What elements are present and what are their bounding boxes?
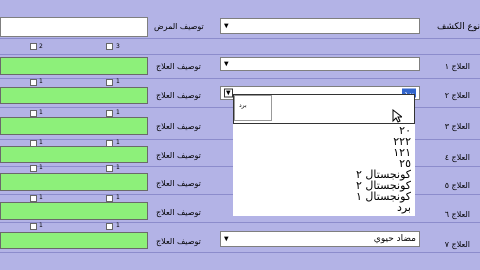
checkbox-t6-a[interactable] bbox=[30, 223, 37, 230]
treatment7-select[interactable]: ▼ مضاد حيوي bbox=[220, 231, 420, 247]
treatment5-desc-field[interactable] bbox=[0, 173, 148, 191]
checkbox-t4-a-label: 1 bbox=[39, 164, 43, 171]
checkbox-t2-b[interactable] bbox=[106, 110, 113, 117]
chevron-down-icon[interactable]: ▼ bbox=[224, 236, 229, 243]
patient-desc-label: توصيف المرض bbox=[154, 22, 204, 31]
treatment6-label: العلاج ٦ bbox=[444, 210, 470, 219]
checkbox-3[interactable] bbox=[106, 43, 113, 50]
treatment3-label: العلاج ٣ bbox=[444, 122, 470, 131]
checkbox-t4-b[interactable] bbox=[106, 165, 113, 172]
treatment2-desc-label: توصيف العلاج bbox=[156, 91, 201, 100]
treatment1-label: العلاج ١ bbox=[444, 62, 470, 71]
dropdown-suggestion-box[interactable]: برد bbox=[234, 95, 272, 121]
treatment1-desc-label: توصيف العلاج bbox=[156, 62, 201, 71]
treatment1-select[interactable]: ▼ bbox=[220, 57, 420, 71]
patient-desc-field[interactable] bbox=[0, 17, 148, 37]
checkbox-t4-a[interactable] bbox=[30, 165, 37, 172]
checkbox-t2-a[interactable] bbox=[30, 110, 37, 117]
treatment2-desc-field[interactable] bbox=[0, 87, 148, 104]
treatment6-desc-label: توصيف العلاج bbox=[156, 208, 201, 217]
treatment7-value: مضاد حيوي bbox=[373, 234, 416, 244]
dropdown-list: ٢٠ ٢٢٢ ١٢١ ٢٥ كونجستال ٢ كونجستال ٢ كونج… bbox=[233, 124, 415, 216]
checkbox-2[interactable] bbox=[30, 43, 37, 50]
checkbox-t3-a-label: 1 bbox=[39, 139, 43, 146]
checkbox-t1-a-label: 1 bbox=[39, 78, 43, 85]
checkbox-t1-a[interactable] bbox=[30, 79, 37, 86]
treatment4-desc-label: توصيف العلاج bbox=[156, 151, 201, 160]
checkbox-t5-b[interactable] bbox=[106, 195, 113, 202]
checkbox-t1-b[interactable] bbox=[106, 79, 113, 86]
treatment4-desc-field[interactable] bbox=[0, 146, 148, 163]
treatment5-desc-label: توصيف العلاج bbox=[156, 179, 201, 188]
checkbox-t6-b-label: 1 bbox=[116, 222, 120, 229]
checkbox-t6-a-label: 1 bbox=[39, 222, 43, 229]
checkbox-3-label: 3 bbox=[116, 43, 120, 50]
exam-type-label: نوع الكشف bbox=[437, 22, 480, 32]
dropdown-option[interactable]: برد bbox=[397, 201, 411, 214]
checkbox-2-label: 2 bbox=[39, 43, 43, 50]
treatment7-desc-field[interactable] bbox=[0, 232, 148, 249]
treatment4-label: العلاج ٤ bbox=[444, 153, 470, 162]
treatment2-label: العلاج ٢ bbox=[444, 91, 470, 100]
treatment5-label: العلاج ٥ bbox=[444, 181, 470, 190]
dropdown-popup: برد bbox=[233, 94, 415, 124]
chevron-down-icon[interactable]: ▼ bbox=[224, 88, 233, 98]
checkbox-t2-a-label: 1 bbox=[39, 109, 43, 116]
checkbox-t3-b-label: 1 bbox=[116, 139, 120, 146]
treatment7-desc-label: توصيف العلاج bbox=[156, 237, 201, 246]
mouse-cursor-icon bbox=[392, 109, 402, 123]
checkbox-t5-b-label: 1 bbox=[116, 194, 120, 201]
checkbox-t5-a[interactable] bbox=[30, 195, 37, 202]
treatment3-desc-field[interactable] bbox=[0, 117, 148, 135]
chevron-down-icon[interactable]: ▼ bbox=[224, 61, 229, 68]
checkbox-t2-b-label: 1 bbox=[116, 109, 120, 116]
exam-type-select[interactable]: ▼ bbox=[220, 18, 420, 34]
chevron-down-icon[interactable]: ▼ bbox=[224, 23, 229, 30]
checkbox-t5-a-label: 1 bbox=[39, 194, 43, 201]
treatment1-desc-field[interactable] bbox=[0, 57, 148, 75]
treatment3-desc-label: توصيف العلاج bbox=[156, 122, 201, 131]
checkbox-t6-b[interactable] bbox=[106, 223, 113, 230]
checkbox-t4-b-label: 1 bbox=[116, 164, 120, 171]
dropdown-suggestion-item[interactable]: برد bbox=[239, 102, 247, 109]
treatment7-label: العلاج ٧ bbox=[444, 240, 470, 249]
treatment6-desc-field[interactable] bbox=[0, 202, 148, 220]
checkbox-t1-b-label: 1 bbox=[116, 78, 120, 85]
